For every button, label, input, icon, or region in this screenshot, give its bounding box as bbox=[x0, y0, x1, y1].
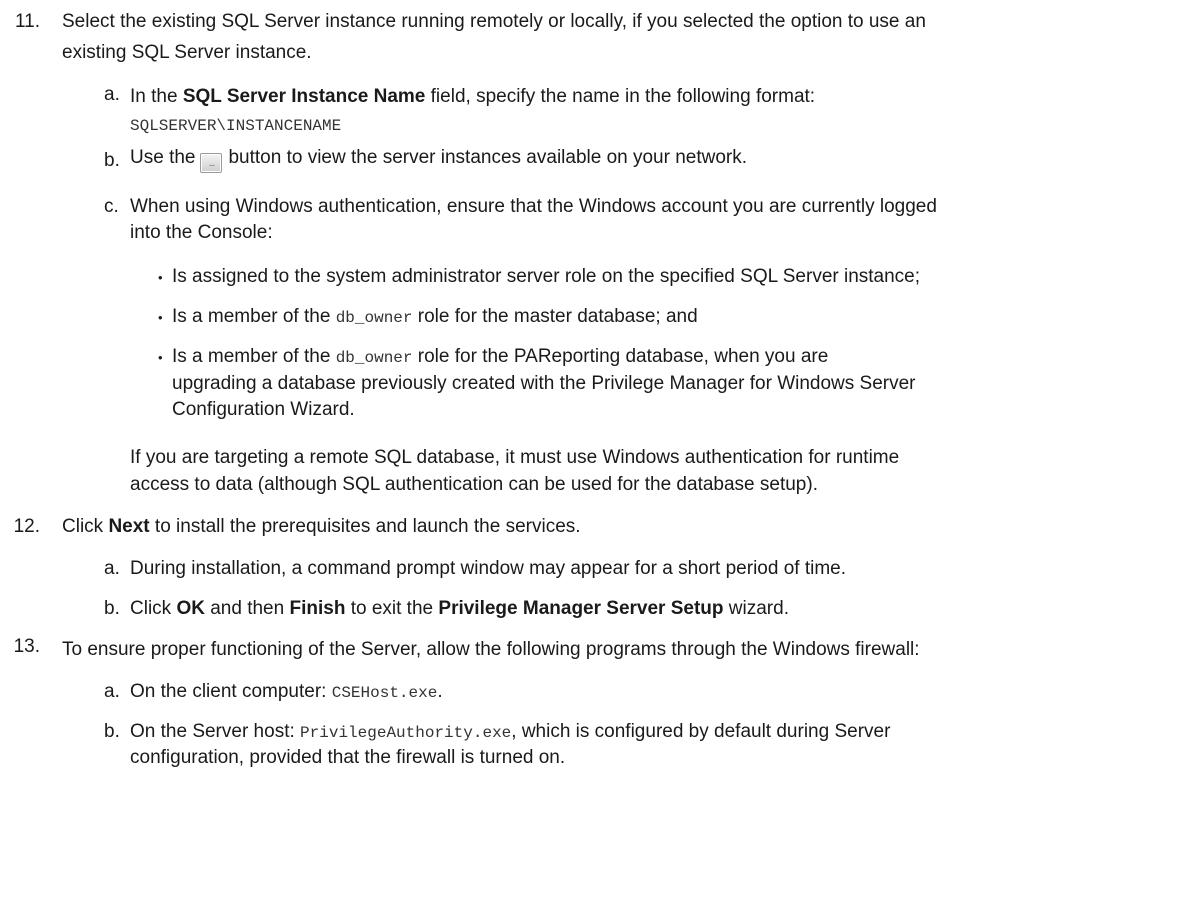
code-inline: db_owner bbox=[335, 309, 413, 327]
substep-label: a. bbox=[104, 681, 120, 702]
step-number: 11. bbox=[14, 11, 40, 32]
substep-text: configuration, provided that the firewal… bbox=[130, 747, 566, 768]
bullet-text: Configuration Wizard. bbox=[172, 399, 355, 420]
bullet-icon: • bbox=[158, 270, 163, 285]
substep-text: On the Server host: PrivilegeAuthority.e… bbox=[130, 721, 891, 742]
substep-text: During installation, a command prompt wi… bbox=[130, 558, 847, 579]
step-text: Select the existing SQL Server instance … bbox=[62, 11, 926, 32]
note-text: If you are targeting a remote SQL databa… bbox=[130, 447, 900, 468]
ui-label: Privilege Manager Server Setup bbox=[438, 598, 724, 619]
ui-label: Finish bbox=[289, 598, 346, 619]
step-number: 13. bbox=[13, 636, 40, 657]
bullet-icon: • bbox=[158, 310, 163, 325]
substep-text: Use the... button to view the server inst… bbox=[130, 145, 747, 173]
note-text: access to data (although SQL authenticat… bbox=[130, 474, 818, 495]
bullet-text: upgrading a database previously created … bbox=[172, 373, 916, 394]
substep-label: a. bbox=[104, 84, 120, 105]
code-inline: PrivilegeAuthority.exe bbox=[300, 724, 512, 742]
substep-label: b. bbox=[104, 721, 120, 742]
substep-text: When using Windows authentication, ensur… bbox=[130, 196, 937, 217]
bullet-icon: • bbox=[158, 350, 163, 365]
substep-label: b. bbox=[104, 150, 120, 171]
step-text: existing SQL Server instance. bbox=[62, 42, 312, 63]
substep-text: into the Console: bbox=[130, 222, 273, 243]
substep-label: a. bbox=[104, 558, 120, 579]
step-text: To ensure proper functioning of the Serv… bbox=[62, 639, 920, 660]
ui-label: SQL Server Instance Name bbox=[182, 86, 426, 107]
ui-label: OK bbox=[176, 598, 205, 619]
bullet-text: Is assigned to the system administrator … bbox=[172, 266, 921, 287]
substep-text: Click OK and then Finish to exit the Pri… bbox=[130, 598, 789, 619]
code-inline: CSEHost.exe bbox=[331, 684, 438, 702]
substep-label: c. bbox=[104, 196, 119, 217]
browse-ellipsis-button-icon: ... bbox=[200, 153, 223, 173]
code-inline: db_owner bbox=[335, 349, 413, 367]
step-text: Click Next to install the prerequisites … bbox=[62, 516, 581, 537]
substep-text: On the client computer: CSEHost.exe. bbox=[130, 681, 443, 702]
substep-text: In the SQL Server Instance Name field, s… bbox=[130, 86, 816, 107]
code-sample: SQLSERVER\INSTANCENAME bbox=[130, 117, 342, 135]
substep-label: b. bbox=[104, 598, 120, 619]
step-number: 12. bbox=[13, 516, 40, 537]
bullet-text: Is a member of the db_owner role for the… bbox=[172, 306, 698, 327]
bullet-text: Is a member of the db_owner role for the… bbox=[172, 346, 829, 367]
ui-label: Next bbox=[108, 516, 150, 537]
